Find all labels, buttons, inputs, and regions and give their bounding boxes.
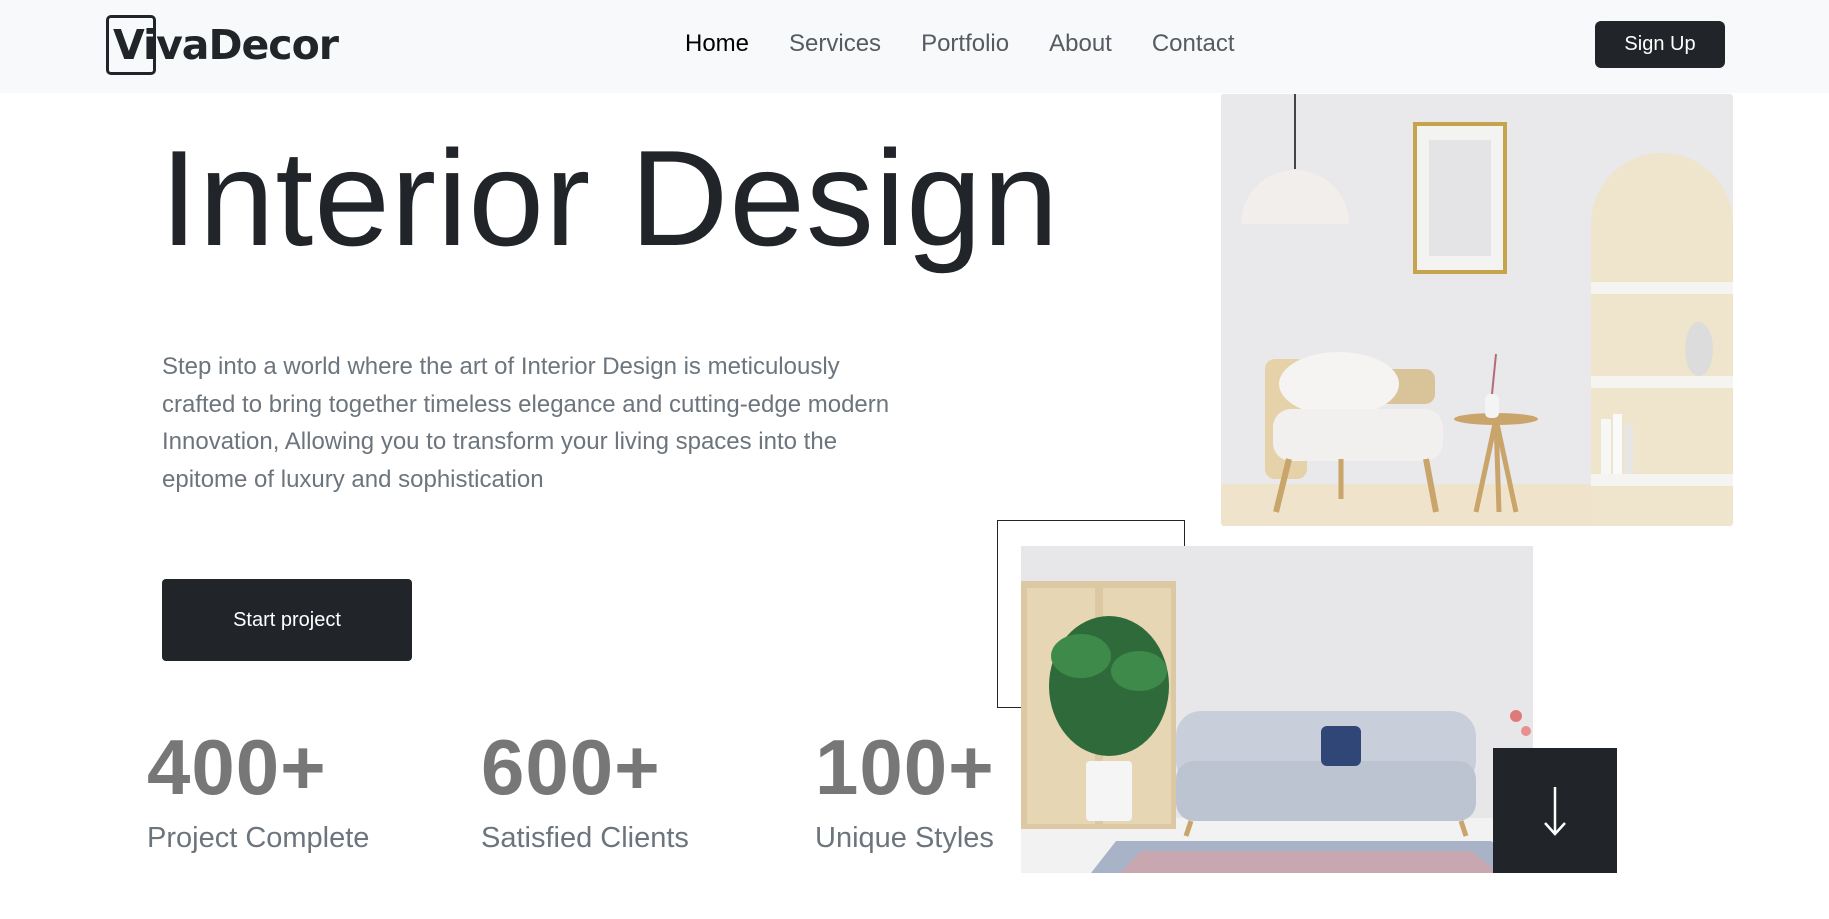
- nav-item-home[interactable]: Home: [685, 27, 749, 61]
- main-nav: Home Services Portfolio About Contact: [685, 27, 1235, 61]
- stat-clients: 600+ Satisfied Clients: [481, 722, 689, 856]
- stat-styles: 100+ Unique Styles: [815, 722, 995, 856]
- sign-up-button[interactable]: Sign Up: [1595, 21, 1725, 68]
- nav-item-about[interactable]: About: [1049, 27, 1112, 61]
- arrow-down-icon: [1544, 786, 1566, 836]
- logo[interactable]: VivaDecor: [106, 15, 339, 75]
- stat-projects: 400+ Project Complete: [147, 722, 369, 856]
- scroll-down-button[interactable]: [1493, 748, 1617, 873]
- nav-item-portfolio[interactable]: Portfolio: [921, 27, 1009, 61]
- stat-value: 100+: [815, 723, 995, 811]
- hero-description: Step into a world where the art of Inter…: [162, 353, 890, 493]
- nav-item-services[interactable]: Services: [789, 27, 881, 61]
- stat-label: Unique Styles: [815, 822, 994, 854]
- armchair-room-image: [1221, 94, 1733, 526]
- stat-label: Satisfied Clients: [481, 822, 689, 854]
- stat-value: 400+: [147, 723, 327, 811]
- hero-title: Interior Design: [160, 122, 1060, 274]
- sofa-room-image: [1021, 546, 1533, 873]
- start-project-button[interactable]: Start project: [162, 579, 412, 661]
- site-header: VivaDecor Home Services Portfolio About …: [0, 0, 1829, 93]
- nav-item-contact[interactable]: Contact: [1152, 27, 1235, 61]
- stat-value: 600+: [481, 723, 661, 811]
- logo-text: VivaDecor: [113, 21, 339, 69]
- stat-label: Project Complete: [147, 822, 370, 854]
